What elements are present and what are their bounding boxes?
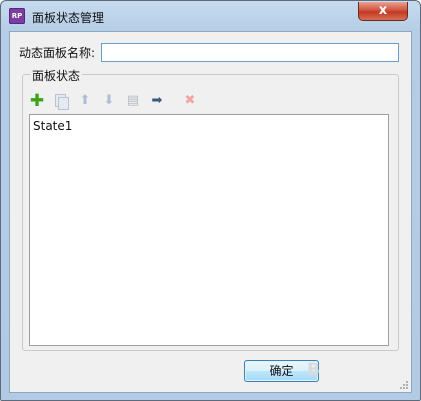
delete-icon[interactable]: ✖ (182, 93, 198, 109)
resize-grip[interactable] (399, 380, 409, 390)
states-toolbar: ✚ ⬆ ⬇ ▤ ➡ ✖ (29, 93, 389, 111)
panel-name-input[interactable] (101, 43, 399, 62)
dialog-client-area: 动态面板名称: 面板状态 ✚ ⬆ ⬇ ▤ ➡ ✖ State1 确定 B (9, 31, 412, 393)
title-bar[interactable]: RP 面板状态管理 x (1, 1, 420, 31)
states-list[interactable]: State1 (29, 114, 389, 346)
duplicate-icon[interactable] (53, 93, 69, 110)
list-item[interactable]: State1 (33, 119, 72, 133)
panel-states-group: 面板状态 ✚ ⬆ ⬇ ▤ ➡ ✖ State1 (22, 67, 399, 351)
panel-name-label: 动态面板名称: (19, 46, 96, 60)
close-icon: x (378, 3, 388, 18)
close-button[interactable]: x (358, 2, 408, 21)
window-title: 面板状态管理 (32, 11, 105, 25)
move-up-icon[interactable]: ⬆ (77, 93, 93, 109)
dialog-window: RP 面板状态管理 x 动态面板名称: 面板状态 ✚ ⬆ ⬇ ▤ ➡ ✖ Sta… (0, 0, 421, 401)
watermark-text: B (307, 360, 320, 380)
app-icon: RP (9, 8, 25, 24)
edit-icon[interactable]: ▤ (125, 93, 141, 109)
move-to-icon[interactable]: ➡ (149, 93, 165, 109)
add-icon[interactable]: ✚ (29, 93, 45, 110)
panel-states-group-title: 面板状态 (30, 67, 83, 84)
move-down-icon[interactable]: ⬇ (101, 93, 117, 109)
